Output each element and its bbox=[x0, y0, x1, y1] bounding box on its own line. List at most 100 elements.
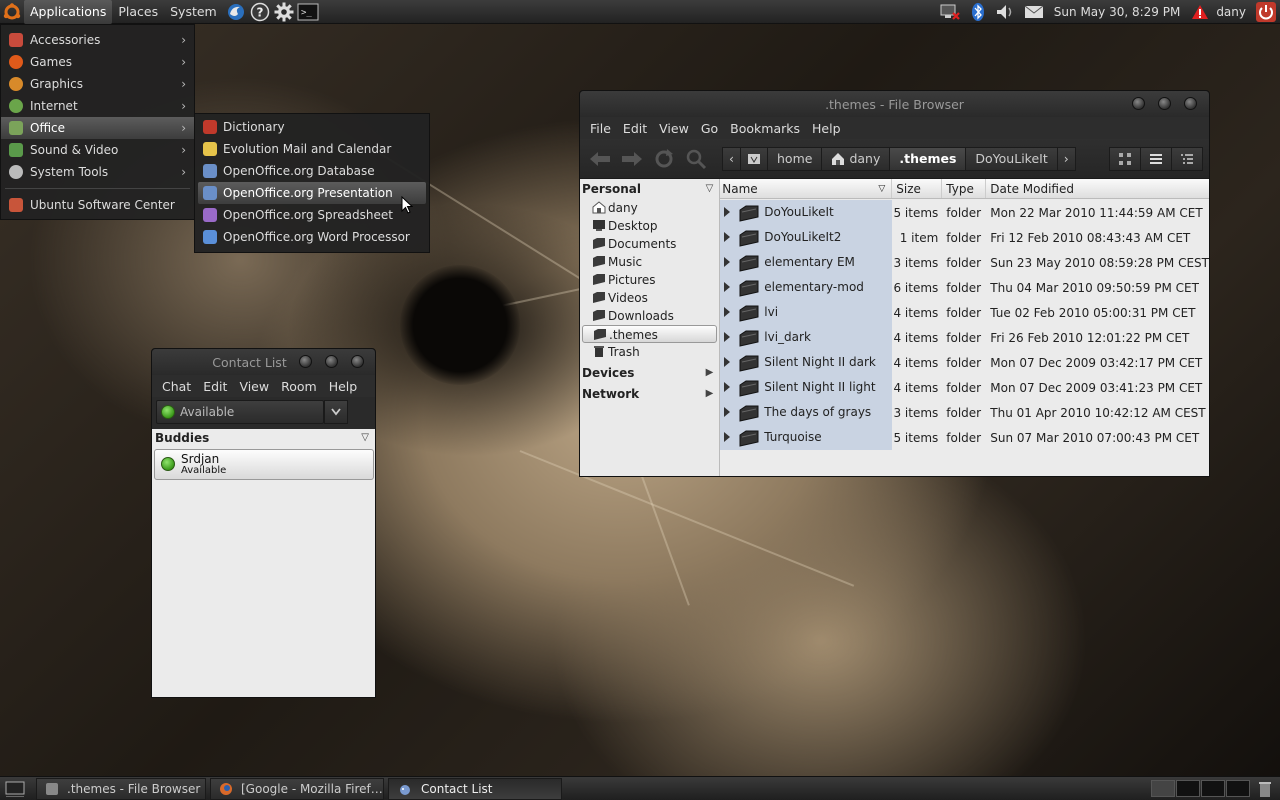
table-row[interactable]: Turquoise 5 items folder Sun 07 Mar 2010 07… bbox=[720, 425, 1209, 450]
sidebar-item-downloads[interactable]: Downloads bbox=[580, 307, 719, 325]
alert-icon[interactable] bbox=[1189, 1, 1211, 23]
path-crumb-home[interactable]: home bbox=[767, 146, 823, 171]
minimize-button[interactable] bbox=[299, 355, 312, 368]
menu-bookmarks[interactable]: Bookmarks bbox=[724, 121, 806, 136]
system-menu[interactable]: System bbox=[164, 0, 223, 24]
menu-go[interactable]: Go bbox=[695, 121, 724, 136]
column-header-size[interactable]: Size bbox=[892, 179, 943, 198]
expand-triangle-icon[interactable] bbox=[724, 207, 731, 217]
menu-help[interactable]: Help bbox=[323, 379, 364, 394]
expand-triangle-icon[interactable] bbox=[724, 332, 731, 342]
settings-gear-icon[interactable] bbox=[273, 1, 295, 23]
user-name[interactable]: dany bbox=[1214, 5, 1252, 19]
table-row[interactable]: DoYouLikeIt 5 items folder Mon 22 Mar 2010 … bbox=[720, 200, 1209, 225]
close-button[interactable] bbox=[1184, 97, 1197, 110]
list-view-icon[interactable] bbox=[1140, 147, 1172, 171]
menu-item-accessories[interactable]: Accessories › bbox=[1, 29, 194, 51]
table-row[interactable]: DoYouLikeIt2 1 item folder Fri 12 Feb 2010 … bbox=[720, 225, 1209, 250]
expand-triangle-icon[interactable] bbox=[724, 232, 731, 242]
sidebar-item-themes[interactable]: .themes bbox=[582, 325, 718, 343]
task-firefox[interactable]: [Google - Mozilla Firef… bbox=[210, 777, 384, 800]
filesystem-root-button[interactable] bbox=[740, 146, 768, 171]
menu-view[interactable]: View bbox=[233, 379, 275, 394]
menu-item-sound-video[interactable]: Sound & Video › bbox=[1, 139, 194, 161]
menu-item-oo-presentation[interactable]: OpenOffice.org Presentation bbox=[198, 182, 426, 204]
sidebar-header-devices[interactable]: Devices ▶ bbox=[580, 363, 719, 383]
group-header-buddies[interactable]: Buddies ▽ bbox=[152, 429, 375, 447]
expand-triangle-icon[interactable] bbox=[724, 257, 731, 267]
menu-item-games[interactable]: Games › bbox=[1, 51, 194, 73]
table-row[interactable]: The days of grays 3 items folder Thu 01 Apr… bbox=[720, 400, 1209, 425]
icon-view-icon[interactable] bbox=[1109, 147, 1141, 171]
network-disconnected-icon[interactable] bbox=[939, 1, 961, 23]
workspace-2[interactable] bbox=[1176, 780, 1200, 797]
menu-item-oo-writer[interactable]: OpenOffice.org Word Processor bbox=[195, 226, 429, 248]
clock[interactable]: Sun May 30, 8:29 PM bbox=[1048, 5, 1187, 19]
firefox-launcher-icon[interactable] bbox=[225, 1, 247, 23]
workspace-1[interactable] bbox=[1151, 780, 1175, 797]
expand-triangle-icon[interactable] bbox=[724, 432, 731, 442]
bluetooth-icon[interactable] bbox=[967, 1, 989, 23]
sidebar-item-pictures[interactable]: Pictures bbox=[580, 271, 719, 289]
terminal-icon[interactable]: >_ bbox=[297, 1, 319, 23]
sidebar-item-trash[interactable]: Trash bbox=[580, 343, 719, 361]
path-crumb-themes[interactable]: .themes bbox=[889, 146, 967, 171]
menu-chat[interactable]: Chat bbox=[156, 379, 197, 394]
back-arrow-icon[interactable] bbox=[586, 145, 614, 173]
menu-view[interactable]: View bbox=[653, 121, 695, 136]
buddy-item-srdjan[interactable]: Srdjan Available bbox=[154, 449, 374, 480]
workspace-3[interactable] bbox=[1201, 780, 1225, 797]
maximize-button[interactable] bbox=[1158, 97, 1171, 110]
menu-item-software-center[interactable]: Ubuntu Software Center bbox=[1, 194, 194, 216]
show-desktop-button[interactable] bbox=[2, 778, 28, 800]
table-row[interactable]: Silent Night II dark 4 items folder Mon 07 … bbox=[720, 350, 1209, 375]
places-menu[interactable]: Places bbox=[112, 0, 164, 24]
volume-icon[interactable] bbox=[995, 1, 1017, 23]
menu-item-evolution[interactable]: Evolution Mail and Calendar bbox=[195, 138, 429, 160]
menu-item-dictionary[interactable]: Dictionary bbox=[195, 116, 429, 138]
table-row[interactable]: Silent Night II light 4 items folder Mon 07… bbox=[720, 375, 1209, 400]
applications-menu[interactable]: Applications bbox=[24, 0, 113, 24]
menu-item-system-tools[interactable]: System Tools › bbox=[1, 161, 194, 183]
menu-item-oo-spreadsheet[interactable]: OpenOffice.org Spreadsheet bbox=[195, 204, 429, 226]
menu-file[interactable]: File bbox=[584, 121, 617, 136]
mail-icon[interactable] bbox=[1023, 1, 1045, 23]
sidebar-item-desktop[interactable]: Desktop bbox=[580, 217, 719, 235]
compact-view-icon[interactable] bbox=[1171, 147, 1203, 171]
status-dropdown-button[interactable] bbox=[324, 400, 348, 424]
status-selector[interactable]: Available bbox=[156, 400, 324, 424]
column-header-date[interactable]: Date Modified bbox=[986, 179, 1209, 198]
expand-triangle-icon[interactable] bbox=[724, 282, 731, 292]
task-file-browser[interactable]: .themes - File Browser bbox=[36, 777, 206, 800]
expand-triangle-icon[interactable] bbox=[724, 407, 731, 417]
sidebar-item-dany[interactable]: dany bbox=[580, 199, 719, 217]
ubuntu-logo-icon[interactable] bbox=[0, 0, 24, 24]
menu-edit[interactable]: Edit bbox=[197, 379, 233, 394]
menu-item-graphics[interactable]: Graphics › bbox=[1, 73, 194, 95]
table-row[interactable]: elementary EM 3 items folder Sun 23 May 201… bbox=[720, 250, 1209, 275]
menu-help[interactable]: Help bbox=[806, 121, 847, 136]
sidebar-header-personal[interactable]: Personal ▽ bbox=[580, 179, 719, 199]
menu-edit[interactable]: Edit bbox=[617, 121, 653, 136]
table-row[interactable]: lvi 4 items folder Tue 02 Feb 2010 05:00:31… bbox=[720, 300, 1209, 325]
path-crumb-dany[interactable]: dany bbox=[821, 146, 891, 171]
table-row[interactable]: elementary-mod 6 items folder Thu 04 Mar 20… bbox=[720, 275, 1209, 300]
task-contact-list[interactable]: Contact List bbox=[388, 777, 562, 800]
maximize-button[interactable] bbox=[325, 355, 338, 368]
table-row[interactable]: lvi_dark 4 items folder Fri 26 Feb 2010 12:… bbox=[720, 325, 1209, 350]
path-scroll-left-button[interactable]: ‹ bbox=[722, 146, 741, 171]
shutdown-icon[interactable] bbox=[1255, 1, 1277, 23]
expand-triangle-icon[interactable] bbox=[724, 307, 731, 317]
expand-triangle-icon[interactable] bbox=[724, 357, 731, 367]
trash-applet-icon[interactable] bbox=[1258, 780, 1276, 798]
help-icon[interactable]: ? bbox=[249, 1, 271, 23]
path-crumb-doyoulikeit[interactable]: DoYouLikeIt bbox=[965, 146, 1058, 171]
column-header-name[interactable]: Name ▽ bbox=[720, 179, 893, 198]
path-scroll-right-button[interactable]: › bbox=[1056, 146, 1076, 171]
search-icon[interactable] bbox=[682, 145, 710, 173]
window-titlebar[interactable]: .themes - File Browser bbox=[580, 91, 1209, 117]
column-header-type[interactable]: Type bbox=[942, 179, 987, 198]
sidebar-item-music[interactable]: Music bbox=[580, 253, 719, 271]
minimize-button[interactable] bbox=[1132, 97, 1145, 110]
window-titlebar[interactable]: Contact List bbox=[152, 349, 375, 375]
